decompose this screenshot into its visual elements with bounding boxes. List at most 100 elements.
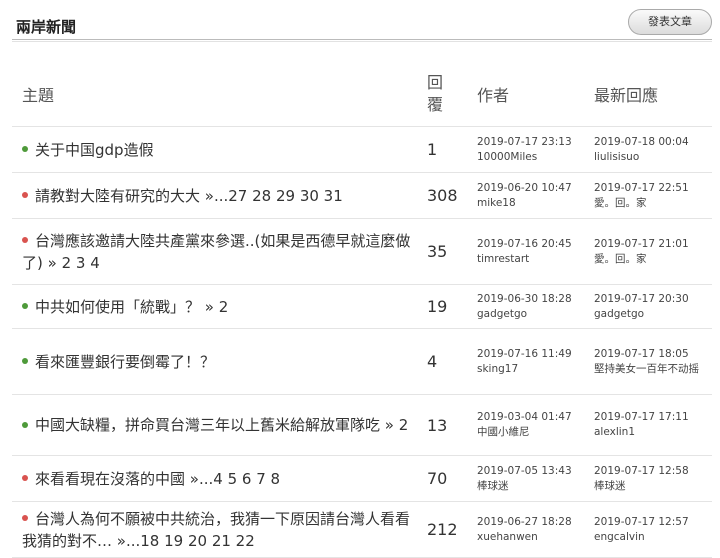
status-dot-icon	[22, 237, 28, 243]
thread-row: 看來匯豐銀行要倒霉了！？ 4 2019-07-16 11:49 sking17 2019…	[12, 328, 712, 395]
reply-count: 1	[427, 126, 477, 173]
thread-subject-cell: 中國大缺糧，拼命買台灣三年以上舊米給解放軍隊吃 » 2	[12, 394, 427, 456]
status-dot-icon	[22, 358, 28, 364]
thread-title-link[interactable]: 中共如何使用「統戰」？	[35, 298, 200, 316]
author-cell: 2019-07-16 20:45 timrestart	[477, 218, 594, 285]
latest-reply-cell: 2019-07-17 12:57 engcalvin	[594, 501, 712, 558]
thread-page-links[interactable]: »...27 28 29 30 31	[200, 187, 343, 205]
thread-subject-cell: 來看看現在沒落的中國 »...4 5 6 7 8	[12, 455, 427, 502]
replies-header-line1: 回	[427, 73, 444, 92]
latest-reply-user-link[interactable]: alexlin1	[594, 425, 712, 440]
thread-title-link[interactable]: 來看看現在沒落的中國	[35, 470, 185, 488]
replies-header-line2: 覆	[427, 95, 444, 114]
reply-count: 35	[427, 218, 477, 285]
latest-reply-cell: 2019-07-17 21:01 愛。回。家	[594, 218, 712, 285]
latest-reply-user-link[interactable]: liulisisuo	[594, 150, 712, 165]
latest-reply-cell: 2019-07-17 17:11 alexlin1	[594, 394, 712, 456]
column-header-subject: 主題	[12, 62, 427, 127]
reply-count: 19	[427, 284, 477, 329]
thread-page-links[interactable]: » 2	[380, 416, 409, 434]
author-cell: 2019-07-05 13:43 棒球迷	[477, 455, 594, 502]
latest-reply-cell: 2019-07-17 12:58 棒球迷	[594, 455, 712, 502]
author-name-link[interactable]: gadgetgo	[477, 307, 594, 322]
column-header-latest: 最新回應	[594, 62, 712, 127]
status-dot-icon	[22, 303, 28, 309]
author-name-link[interactable]: mike18	[477, 196, 594, 211]
status-dot-icon	[22, 421, 28, 428]
latest-reply-time: 2019-07-17 12:57	[594, 515, 689, 528]
thread-subject-cell: 看來匯豐銀行要倒霉了！？	[12, 328, 427, 395]
post-time: 2019-06-27 18:28	[477, 515, 572, 528]
status-dot-icon	[22, 515, 28, 521]
thread-page-links[interactable]: »...4 5 6 7 8	[185, 470, 280, 488]
thread-title-link[interactable]: 請教對大陸有研究的大大	[35, 187, 200, 205]
latest-reply-cell: 2019-07-17 20:30 gadgetgo	[594, 284, 712, 329]
latest-reply-cell: 2019-07-17 22:51 愛。回。家	[594, 172, 712, 219]
thread-subject-cell: 中共如何使用「統戰」？ » 2	[12, 284, 427, 329]
header-divider-shadow	[12, 41, 712, 42]
latest-reply-user-link[interactable]: gadgetgo	[594, 307, 712, 322]
author-cell: 2019-06-27 18:28 xuehanwen	[477, 501, 594, 558]
post-time: 2019-06-20 10:47	[477, 181, 572, 194]
latest-reply-time: 2019-07-18 00:04	[594, 135, 689, 148]
thread-row: 台灣人為何不願被中共統治，我猜一下原因請台灣人看看我猜的對不… »...18 1…	[12, 501, 712, 558]
latest-reply-user-link[interactable]: 愛。回。家	[594, 252, 712, 267]
author-cell: 2019-07-16 11:49 sking17	[477, 328, 594, 395]
post-time: 2019-03-04 01:47	[477, 411, 572, 423]
latest-reply-user-link[interactable]: engcalvin	[594, 530, 712, 545]
thread-list: 关于中国gdp造假 1 2019-07-17 23:13 10000Miles 2019…	[12, 126, 712, 558]
thread-page-links[interactable]: »...18 19 20 21 22	[112, 532, 255, 550]
latest-reply-time: 2019-07-17 12:58	[594, 464, 689, 477]
author-name-link[interactable]: 中國小維尼	[477, 425, 594, 440]
reply-count: 13	[427, 394, 477, 456]
author-name-link[interactable]: 棒球迷	[477, 479, 594, 494]
author-cell: 2019-06-20 10:47 mike18	[477, 172, 594, 219]
thread-row: 來看看現在沒落的中國 »...4 5 6 7 8 70 2019-07-05 13:…	[12, 455, 712, 502]
author-cell: 2019-06-30 18:28 gadgetgo	[477, 284, 594, 329]
thread-subject-cell: 台灣人為何不願被中共統治，我猜一下原因請台灣人看看我猜的對不… »...18 1…	[12, 501, 427, 558]
thread-table: 主題 回 覆 作者 最新回應 关于中国gdp造假 1 2019-07-17 23:1…	[12, 62, 712, 558]
latest-reply-cell: 2019-07-17 18:05 堅持美女一百年不动摇	[594, 328, 712, 395]
thread-row: 中國大缺糧，拼命買台灣三年以上舊米給解放軍隊吃 » 2 13 2019-03-04 …	[12, 394, 712, 456]
latest-reply-time: 2019-07-17 17:11	[594, 411, 689, 423]
latest-reply-time: 2019-07-17 22:51	[594, 181, 689, 194]
thread-row: 請教對大陸有研究的大大 »...27 28 29 30 31 308 2019-06…	[12, 172, 712, 219]
column-header-replies: 回 覆	[427, 62, 477, 127]
thread-subject-cell: 台灣應該邀請大陸共產黨來參選..(如果是西德早就這麼做了) » 2 3 4	[12, 218, 427, 285]
reply-count: 70	[427, 455, 477, 502]
author-name-link[interactable]: timrestart	[477, 252, 594, 267]
post-time: 2019-07-16 11:49	[477, 347, 572, 360]
status-dot-icon	[22, 146, 28, 152]
author-name-link[interactable]: xuehanwen	[477, 530, 594, 545]
thread-page-links[interactable]: » 2 3 4	[43, 254, 100, 272]
thread-row: 关于中国gdp造假 1 2019-07-17 23:13 10000Miles 2019…	[12, 126, 712, 173]
thread-page-links[interactable]: » 2	[200, 298, 229, 316]
board-title: 兩岸新聞	[16, 18, 77, 36]
latest-reply-time: 2019-07-17 20:30	[594, 292, 689, 305]
latest-reply-user-link[interactable]: 堅持美女一百年不动摇	[594, 362, 712, 377]
author-name-link[interactable]: 10000Miles	[477, 150, 594, 165]
column-header-author: 作者	[477, 62, 594, 127]
post-time: 2019-06-30 18:28	[477, 292, 572, 305]
post-time: 2019-07-17 23:13	[477, 135, 572, 148]
post-time: 2019-07-05 13:43	[477, 464, 572, 477]
latest-reply-time: 2019-07-17 21:01	[594, 237, 689, 250]
post-article-button[interactable]: 發表文章	[628, 9, 712, 35]
thread-row: 台灣應該邀請大陸共產黨來參選..(如果是西德早就這麼做了) » 2 3 4 35 2…	[12, 218, 712, 285]
thread-title-link[interactable]: 关于中国gdp造假	[35, 141, 154, 159]
status-dot-icon	[22, 192, 28, 198]
reply-count: 4	[427, 328, 477, 395]
latest-reply-user-link[interactable]: 棒球迷	[594, 479, 712, 494]
author-cell: 2019-07-17 23:13 10000Miles	[477, 126, 594, 173]
latest-reply-user-link[interactable]: 愛。回。家	[594, 196, 712, 211]
reply-count: 308	[427, 172, 477, 219]
thread-title-link[interactable]: 看來匯豐銀行要倒霉了！？	[35, 353, 215, 371]
thread-row: 中共如何使用「統戰」？ » 2 19 2019-06-30 18:28 gadgetg…	[12, 284, 712, 329]
latest-reply-cell: 2019-07-18 00:04 liulisisuo	[594, 126, 712, 173]
status-dot-icon	[22, 475, 28, 481]
author-name-link[interactable]: sking17	[477, 362, 594, 377]
latest-reply-time: 2019-07-17 18:05	[594, 347, 689, 360]
thread-subject-cell: 請教對大陸有研究的大大 »...27 28 29 30 31	[12, 172, 427, 219]
reply-count: 212	[427, 501, 477, 558]
thread-title-link[interactable]: 中國大缺糧，拼命買台灣三年以上舊米給解放軍隊吃	[35, 416, 380, 434]
